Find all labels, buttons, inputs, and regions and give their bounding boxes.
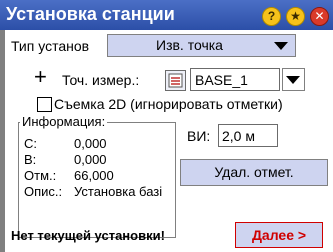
window-title: Установка станции (6, 4, 175, 24)
info-row: С: 0,000 (24, 136, 172, 152)
info-key: С: (24, 136, 37, 151)
point-label: Точ. измер.: (62, 72, 140, 88)
left-border (0, 0, 5, 252)
setup-type-label: Тип установ (11, 38, 90, 54)
point-list-icon[interactable] (165, 70, 186, 91)
point-dropdown-button[interactable] (282, 68, 305, 91)
info-group-label: Информация: (20, 114, 108, 129)
instrument-height-label: ВИ: (187, 128, 211, 144)
setup-type-value: Изв. точка (156, 37, 223, 53)
instrument-height-field[interactable]: 2,0 м (218, 124, 278, 147)
info-key: Опис.: (24, 184, 63, 199)
point-name-field[interactable]: BASE_1 (190, 68, 280, 91)
chevron-down-icon (286, 76, 300, 84)
info-key: В: (24, 152, 37, 167)
info-value: 0,000 (74, 152, 107, 167)
close-icon[interactable]: ✕ (310, 7, 329, 26)
info-key: Отм.: (24, 168, 57, 183)
instrument-height-value: 2,0 м (222, 128, 255, 144)
info-row: Опис.: Установка базі (24, 184, 172, 200)
survey-2d-checkbox[interactable] (37, 97, 52, 112)
help-icon[interactable]: ? (262, 7, 281, 26)
point-name-value: BASE_1 (195, 72, 248, 88)
setup-type-select[interactable]: Изв. точка (107, 34, 296, 57)
station-setup-window: Установка станции ? ★ ✕ Тип установ Изв.… (0, 0, 333, 252)
survey-2d-label: Съемка 2D (игнорировать отметки) (54, 96, 283, 112)
favorite-star-icon[interactable]: ★ (286, 7, 305, 26)
next-button[interactable]: Далее > (235, 222, 323, 248)
info-value: 66,000 (74, 168, 114, 183)
status-text: Нет текущей установки! (11, 228, 165, 243)
plus-icon[interactable]: + (34, 64, 47, 90)
info-rows: С: 0,000 В: 0,000 Отм.: 66,000 Опис.: Ус… (24, 136, 172, 200)
info-row: Отм.: 66,000 (24, 168, 172, 184)
chevron-down-icon (274, 42, 288, 50)
title-bar: Установка станции ? ★ ✕ (0, 0, 333, 30)
info-value: Установка базі (74, 184, 163, 199)
info-value: 0,000 (74, 136, 107, 151)
info-row: В: 0,000 (24, 152, 172, 168)
delete-elevation-button[interactable]: Удал. отмет. (180, 159, 328, 186)
